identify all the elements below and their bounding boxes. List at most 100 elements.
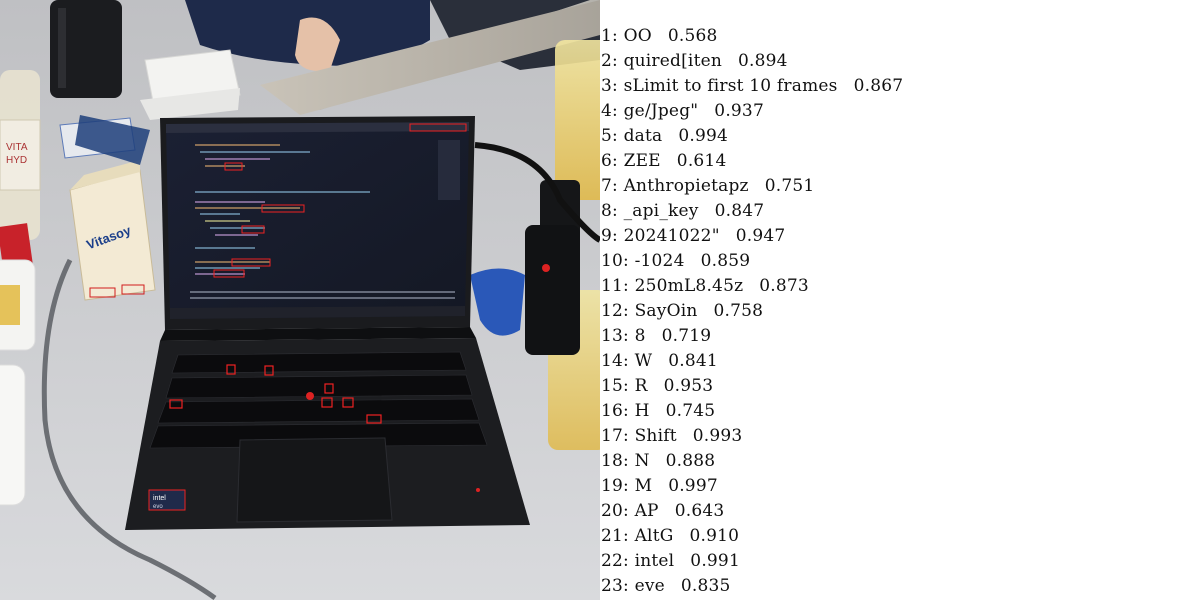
ocr-result-score: 0.745 xyxy=(665,401,716,421)
trackpoint xyxy=(306,392,314,400)
ocr-result-line: 2: quired[iten 0.894 xyxy=(601,49,788,74)
ocr-result-score: 0.888 xyxy=(665,451,716,471)
photo-panel: VITA HYD Vitasoy intel evo xyxy=(0,0,600,600)
touchpad xyxy=(236,437,393,523)
ocr-result-index: 8: xyxy=(601,201,618,221)
ocr-result-text: quired[iten xyxy=(623,51,723,71)
ocr-result-line: 4: ge/Jpeg" 0.937 xyxy=(601,99,764,124)
ocr-results-panel: 1: OO 0.568 2: quired[iten 0.894 3: sLimit t… xyxy=(600,0,1200,600)
iced-drink-cup xyxy=(555,40,600,200)
ocr-result-index: 16: xyxy=(601,401,629,421)
ocr-result-index: 17: xyxy=(601,426,629,446)
ocr-result-text: N xyxy=(634,451,650,471)
ocr-result-index: 14: xyxy=(601,351,629,371)
ocr-result-score: 0.953 xyxy=(663,376,714,396)
ocr-result-index: 11: xyxy=(601,276,629,296)
ocr-result-index: 1: xyxy=(601,26,618,46)
ocr-result-score: 0.947 xyxy=(735,226,786,246)
ocr-result-index: 3: xyxy=(601,76,618,96)
ocr-result-index: 6: xyxy=(601,151,618,171)
ocr-result-line: 15: R 0.953 xyxy=(601,374,713,399)
ocr-result-index: 4: xyxy=(601,101,618,121)
ocr-result-text: W xyxy=(634,351,653,371)
ocr-result-index: 5: xyxy=(601,126,618,146)
ocr-result-line: 19: M 0.997 xyxy=(601,474,718,499)
ocr-result-text: AP xyxy=(634,501,659,521)
ocr-result-line: 11: 250mL8.45z 0.873 xyxy=(601,274,809,299)
ocr-result-line: 7: Anthropietapz 0.751 xyxy=(601,174,814,199)
svg-text:HYD: HYD xyxy=(6,155,27,166)
ocr-result-line: 17: Shift 0.993 xyxy=(601,424,742,449)
ocr-result-line: 23: eve 0.835 xyxy=(601,574,731,599)
ocr-result-score: 0.991 xyxy=(690,551,740,571)
ocr-result-text: sLimit to first 10 frames xyxy=(623,76,838,96)
ocr-result-score: 0.867 xyxy=(853,76,904,96)
ocr-result-index: 22: xyxy=(601,551,629,571)
ocr-result-line: 18: N 0.888 xyxy=(601,449,715,474)
ocr-result-text: M xyxy=(634,476,653,496)
ocr-result-score: 0.910 xyxy=(689,526,740,546)
ocr-result-line: 13: 8 0.719 xyxy=(601,324,711,349)
ocr-result-line: 8: _api_key 0.847 xyxy=(601,199,764,224)
ocr-result-index: 23: xyxy=(601,576,629,596)
ocr-result-score: 0.997 xyxy=(668,476,718,496)
ocr-result-line: 10: -1024 0.859 xyxy=(601,249,750,274)
ocr-result-line: 20: AP 0.643 xyxy=(601,499,724,524)
ocr-result-index: 20: xyxy=(601,501,629,521)
ocr-result-score: 0.835 xyxy=(680,576,731,596)
ocr-result-text: SayOin xyxy=(634,301,698,321)
ocr-result-score: 0.994 xyxy=(678,126,729,146)
ocr-result-score: 0.847 xyxy=(714,201,765,221)
ocr-result-text: Shift xyxy=(634,426,677,446)
ocr-result-score: 0.614 xyxy=(676,151,727,171)
ocr-result-line: 12: SayOin 0.758 xyxy=(601,299,763,324)
ocr-result-index: 21: xyxy=(601,526,629,546)
ocr-result-score: 0.873 xyxy=(759,276,809,296)
ocr-result-score: 0.568 xyxy=(667,26,718,46)
ocr-result-index: 2: xyxy=(601,51,618,71)
ocr-result-line: 16: H 0.745 xyxy=(601,399,715,424)
svg-text:evo: evo xyxy=(153,504,163,510)
ocr-result-index: 18: xyxy=(601,451,629,471)
ocr-result-score: 0.993 xyxy=(692,426,743,446)
ocr-result-score: 0.758 xyxy=(713,301,764,321)
ocr-result-line: 21: AltG 0.910 xyxy=(601,524,739,549)
ocr-result-line: 5: data 0.994 xyxy=(601,124,728,149)
ocr-result-score: 0.751 xyxy=(764,176,815,196)
ocr-result-index: 7: xyxy=(601,176,618,196)
ocr-result-text: 250mL8.45z xyxy=(634,276,744,296)
ocr-result-line: 14: W 0.841 xyxy=(601,349,718,374)
ocr-result-text: ZEE xyxy=(623,151,661,171)
ocr-result-text: ge/Jpeg" xyxy=(623,101,699,121)
ocr-result-text: AltG xyxy=(634,526,674,546)
ocr-result-score: 0.643 xyxy=(674,501,725,521)
ocr-result-line: 3: sLimit to first 10 frames 0.867 xyxy=(601,74,903,99)
ocr-result-text: data xyxy=(623,126,663,146)
ocr-result-text: 8 xyxy=(634,326,646,346)
ocr-result-score: 0.894 xyxy=(738,51,788,71)
ocr-result-line: 1: OO 0.568 xyxy=(601,24,718,49)
ocr-result-line: 22: intel 0.991 xyxy=(601,549,740,574)
ocr-result-index: 12: xyxy=(601,301,629,321)
svg-text:intel: intel xyxy=(153,495,166,502)
ocr-result-index: 10: xyxy=(601,251,629,271)
charger xyxy=(525,225,580,355)
ocr-result-index: 19: xyxy=(601,476,629,496)
laptop-photo: VITA HYD Vitasoy intel evo xyxy=(0,0,600,600)
ocr-result-text: _api_key xyxy=(623,201,699,221)
ocr-result-score: 0.719 xyxy=(661,326,712,346)
ocr-result-line: 6: ZEE 0.614 xyxy=(601,149,726,174)
ocr-result-index: 15: xyxy=(601,376,629,396)
ocr-result-index: 9: xyxy=(601,226,618,246)
ocr-result-text: intel xyxy=(634,551,675,571)
ocr-result-text: 20241022" xyxy=(623,226,720,246)
ocr-result-score: 0.841 xyxy=(668,351,718,371)
ocr-result-text: H xyxy=(634,401,650,421)
ocr-result-text: -1024 xyxy=(634,251,685,271)
ocr-result-score: 0.859 xyxy=(700,251,751,271)
ocr-result-text: Anthropietapz xyxy=(623,176,749,196)
ocr-result-index: 13: xyxy=(601,326,629,346)
ocr-result-text: OO xyxy=(623,26,652,46)
ocr-result-text: R xyxy=(634,376,648,396)
ocr-result-text: eve xyxy=(634,576,665,596)
